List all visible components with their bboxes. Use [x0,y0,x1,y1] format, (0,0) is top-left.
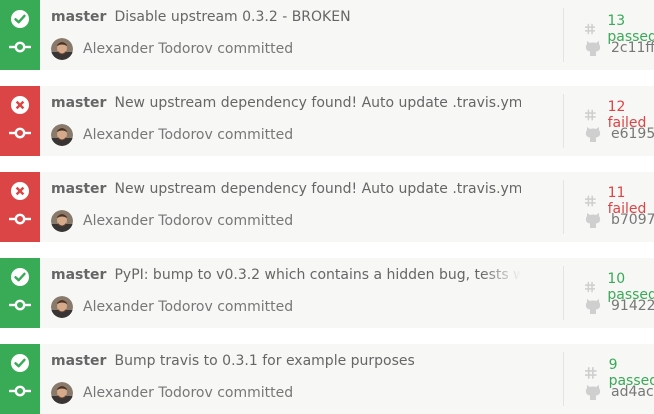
hash-icon [585,23,596,35]
avatar [51,38,73,60]
column-divider [563,352,564,406]
build-history-list: master Disable upstream 0.3.2 - BROKEN A… [0,0,654,414]
commit-link[interactable]: ad4ac74 [585,384,654,400]
commit-author: Alexander Todorov committed [51,382,293,404]
commit-author: Alexander Todorov committed [51,210,293,232]
commit-hash[interactable]: 9142297 [611,298,654,314]
build-status-strip [0,0,40,70]
author-name[interactable]: Alexander Todorov committed [83,41,293,57]
column-divider [563,8,564,62]
branch-name[interactable]: master [51,267,106,283]
build-row-3[interactable]: master New upstream dependency found! Aut… [0,172,654,242]
avatar [51,382,73,404]
column-divider [563,94,564,148]
build-row-1[interactable]: master Disable upstream 0.3.2 - BROKEN A… [0,0,654,70]
branch-name[interactable]: master [51,9,106,25]
branch-name[interactable]: master [51,353,106,369]
commit-hash[interactable]: 2c11ffb [611,40,654,56]
commit-hash[interactable]: e6195ac [611,126,654,142]
commit-icon [9,213,31,225]
commit-icon [9,385,31,397]
author-name[interactable]: Alexander Todorov committed [83,299,293,315]
commit-hash[interactable]: b7097a7 [611,212,654,228]
commit-summary[interactable]: master Disable upstream 0.3.2 - BROKEN [51,9,521,29]
column-divider [563,266,564,320]
commit-author: Alexander Todorov committed [51,296,293,318]
commit-summary[interactable]: master New upstream dependency found! Aut… [51,181,521,201]
commit-icon [9,127,31,139]
build-row-4[interactable]: master PyPI: bump to v0.3.2 which contain… [0,258,654,328]
commit-message[interactable]: Disable upstream 0.3.2 - BROKEN [114,9,350,25]
commit-icon [9,299,31,311]
commit-message[interactable]: Bump travis to 0.3.1 for example purpose… [114,353,414,369]
commit-message[interactable]: New upstream dependency found! Auto upda… [114,181,521,197]
column-divider [563,180,564,234]
github-octocat-icon [585,41,601,56]
build-row-5[interactable]: master Bump travis to 0.3.1 for example p… [0,344,654,414]
avatar [51,296,73,318]
build-status-strip [0,172,40,242]
commit-link[interactable]: b7097a7 [585,212,654,228]
commit-summary[interactable]: master PyPI: bump to v0.3.2 which contain… [51,267,521,287]
commit-summary[interactable]: master Bump travis to 0.3.1 for example p… [51,353,521,373]
github-octocat-icon [585,299,601,314]
build-status-strip [0,344,40,414]
build-status-strip [0,258,40,328]
hash-icon [585,195,596,207]
hash-icon [585,281,596,293]
commit-author: Alexander Todorov committed [51,124,293,146]
avatar [51,210,73,232]
commit-message[interactable]: New upstream dependency found! Auto upda… [114,95,521,111]
author-name[interactable]: Alexander Todorov committed [83,213,293,229]
truncation-fade [481,267,521,287]
commit-message[interactable]: PyPI: bump to v0.3.2 which contains a hi… [114,267,521,283]
x-circle-icon [11,182,29,200]
commit-link[interactable]: e6195ac [585,126,654,142]
github-octocat-icon [585,213,601,228]
hash-icon [585,109,596,121]
avatar [51,124,73,146]
github-octocat-icon [585,127,601,142]
check-circle-icon [11,10,29,28]
commit-hash[interactable]: ad4ac74 [611,384,654,400]
author-name[interactable]: Alexander Todorov committed [83,127,293,143]
branch-name[interactable]: master [51,95,106,111]
github-octocat-icon [585,385,601,400]
build-row-2[interactable]: master New upstream dependency found! Aut… [0,86,654,156]
commit-link[interactable]: 2c11ffb [585,40,654,56]
build-status-strip [0,86,40,156]
hash-icon [585,367,597,379]
branch-name[interactable]: master [51,181,106,197]
commit-summary[interactable]: master New upstream dependency found! Aut… [51,95,521,115]
check-circle-icon [11,268,29,286]
check-circle-icon [11,354,29,372]
author-name[interactable]: Alexander Todorov committed [83,385,293,401]
commit-link[interactable]: 9142297 [585,298,654,314]
commit-icon [9,41,31,53]
commit-author: Alexander Todorov committed [51,38,293,60]
x-circle-icon [11,96,29,114]
